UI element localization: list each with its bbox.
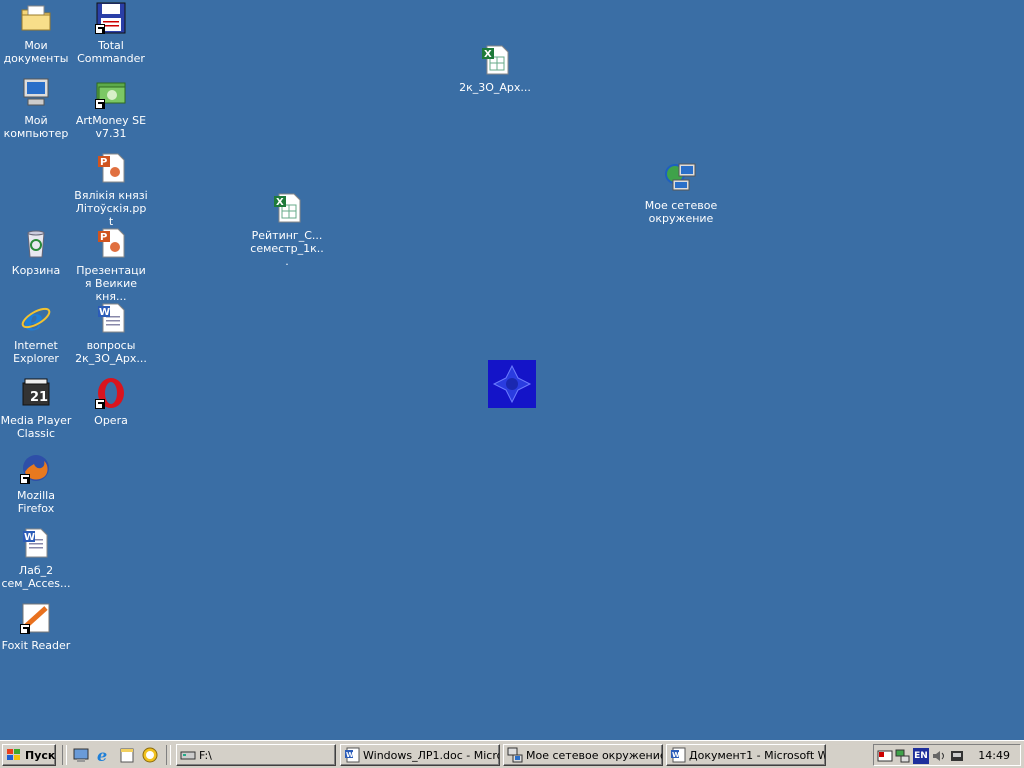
drive-icon	[180, 747, 196, 763]
volume-icon[interactable]	[931, 748, 947, 764]
desktop-icon-label: Лаб_2 сем_Acces...	[1, 564, 71, 590]
desktop-icon-my-computer[interactable]: Мой компьютер	[0, 77, 74, 140]
internet-explorer-icon: e	[20, 302, 52, 338]
start-label: Пуск	[25, 748, 56, 762]
clock[interactable]: 14:49	[978, 749, 1010, 762]
my-documents-folder-icon	[20, 2, 52, 34]
svg-text:P: P	[100, 232, 107, 243]
desktop-icon-label: Opera	[94, 414, 128, 427]
total-commander-floppy-icon	[95, 2, 127, 34]
powerpoint-file-icon: P	[95, 152, 127, 184]
taskbar-button-document1[interactable]: W Документ1 - Microsoft W...	[666, 744, 826, 766]
svg-text:W: W	[346, 751, 354, 759]
excel-file-icon: X	[479, 44, 511, 76]
excel-file-icon: X	[271, 192, 303, 224]
network-icon	[507, 747, 523, 763]
windows-flag-icon	[6, 748, 22, 762]
shortcut-arrow-icon	[95, 99, 105, 109]
shortcut-arrow-icon	[20, 474, 30, 484]
desktop-icon-label: ArtMoney SE v7.31	[75, 114, 147, 140]
word-icon: W	[670, 747, 686, 763]
desktop-icon-total-commander[interactable]: Total Commander	[73, 2, 149, 65]
toolbar-grip[interactable]	[166, 745, 171, 765]
desktop-icon-reiting-excel[interactable]: X Рейтинг_С... семестр_1к...	[249, 192, 325, 268]
desktop-icon-label: 2к_3О_Арх...	[459, 81, 531, 94]
word-file-icon: W	[95, 302, 127, 334]
desktop-icon-recycle-bin[interactable]: Корзина	[0, 227, 74, 277]
desktop-icon-label: Мой компьютер	[3, 114, 69, 140]
taskbar-button-drive-f[interactable]: F:\	[176, 744, 336, 766]
desktop-icon-internet-explorer[interactable]: e Internet Explorer	[0, 302, 74, 365]
svg-text:W: W	[99, 307, 110, 318]
desktop-icon-artmoney[interactable]: ArtMoney SE v7.31	[73, 77, 149, 140]
powerpoint-file-icon: P	[95, 227, 127, 259]
shortcut-arrow-icon	[95, 399, 105, 409]
start-button[interactable]: Пуск	[2, 744, 56, 766]
desktop-icon-network-places[interactable]: Мое сетевое окружение	[643, 162, 719, 225]
word-icon: W	[344, 747, 360, 763]
svg-text:X: X	[484, 49, 492, 60]
desktop-icon-opera[interactable]: Opera	[73, 377, 149, 427]
shortcut-arrow-icon	[20, 624, 30, 634]
notepad-icon[interactable]	[118, 746, 136, 764]
firefox-icon	[20, 452, 52, 484]
taskbar-button-network-places[interactable]: Мое сетевое окружение	[503, 744, 663, 766]
desktop-icon-label: Корзина	[11, 264, 61, 277]
desktop-icon-label: Internet Explorer	[13, 339, 59, 365]
recycle-bin-icon	[20, 227, 52, 259]
desktop-icon-voprosy-word[interactable]: W вопросы 2к_3О_Арх...	[73, 302, 149, 365]
show-desktop-icon[interactable]	[72, 746, 90, 764]
decorative-blue-tile	[488, 360, 536, 408]
desktop-icon-ppt-prezentaciya[interactable]: P Презентация Веикие кня...	[73, 227, 149, 303]
svg-text:W: W	[672, 751, 680, 759]
foxit-reader-icon	[20, 602, 52, 634]
desktop-icon-label: вопросы 2к_3О_Арх...	[75, 339, 147, 365]
media-player-classic-icon: 21	[20, 377, 52, 409]
desktop-icon-label: Мое сетевое окружение	[644, 199, 718, 225]
desktop-icon-lab2-word[interactable]: W Лаб_2 сем_Acces...	[0, 527, 74, 590]
svg-text:W: W	[24, 532, 35, 543]
desktop-icon-label: Mozilla Firefox	[17, 489, 55, 515]
clock-icon[interactable]	[141, 746, 159, 764]
opera-icon	[95, 377, 127, 409]
artmoney-icon	[95, 77, 127, 109]
desktop-icon-media-player-classic[interactable]: 21 Media Player Classic	[0, 377, 74, 440]
desktop-icon-foxit-reader[interactable]: Foxit Reader	[0, 602, 74, 652]
desktop-icon-label: Рейтинг_С... семестр_1к...	[250, 229, 324, 268]
svg-text:e: e	[97, 746, 107, 764]
taskbar-button-label: Windows_ЛР1.doc - Micro...	[363, 748, 500, 762]
tray-device-icon[interactable]	[949, 748, 965, 764]
desktop-icon-label: Total Commander	[77, 39, 145, 65]
word-file-icon: W	[20, 527, 52, 559]
desktop-icon-my-documents[interactable]: Мои документы	[0, 2, 74, 65]
desktop-icon-ppt-vyalikiya[interactable]: P Вялікія князі Літоўскія.ppt	[73, 152, 149, 228]
taskbar-button-label: F:\	[199, 748, 212, 762]
desktop-icon-label: Мои документы	[3, 39, 69, 65]
desktop-icon-2k-excel[interactable]: X 2к_3О_Арх...	[457, 44, 533, 94]
desktop: Мои документы Мой компьютер Корзина e In…	[0, 0, 1024, 740]
taskbar-button-windows-lr1[interactable]: W Windows_ЛР1.doc - Micro...	[340, 744, 500, 766]
desktop-icon-label: Вялікія князі Літоўскія.ppt	[74, 189, 148, 228]
svg-text:21: 21	[30, 390, 48, 405]
language-indicator[interactable]: EN	[913, 748, 929, 764]
desktop-icon-label: Foxit Reader	[1, 639, 71, 652]
internet-explorer-icon[interactable]: e	[95, 746, 113, 765]
taskbar-button-label: Мое сетевое окружение	[526, 748, 663, 762]
tray-card-icon[interactable]	[877, 748, 893, 764]
taskbar-button-label: Документ1 - Microsoft W...	[689, 748, 826, 762]
shortcut-arrow-icon	[95, 24, 105, 34]
svg-text:X: X	[276, 197, 284, 208]
desktop-icon-mozilla-firefox[interactable]: Mozilla Firefox	[0, 452, 74, 515]
network-places-icon	[665, 162, 697, 194]
taskbar: Пуск e F:\ W Windows_ЛР1.doc - Micro... …	[0, 740, 1024, 768]
tray-network-icon[interactable]	[895, 748, 911, 764]
toolbar-grip[interactable]	[62, 745, 67, 765]
desktop-icon-label: Презентация Веикие кня...	[76, 264, 146, 303]
svg-text:P: P	[100, 157, 107, 168]
my-computer-icon	[20, 77, 52, 109]
desktop-icon-label: Media Player Classic	[0, 414, 72, 440]
system-tray: EN 14:49	[873, 744, 1021, 766]
